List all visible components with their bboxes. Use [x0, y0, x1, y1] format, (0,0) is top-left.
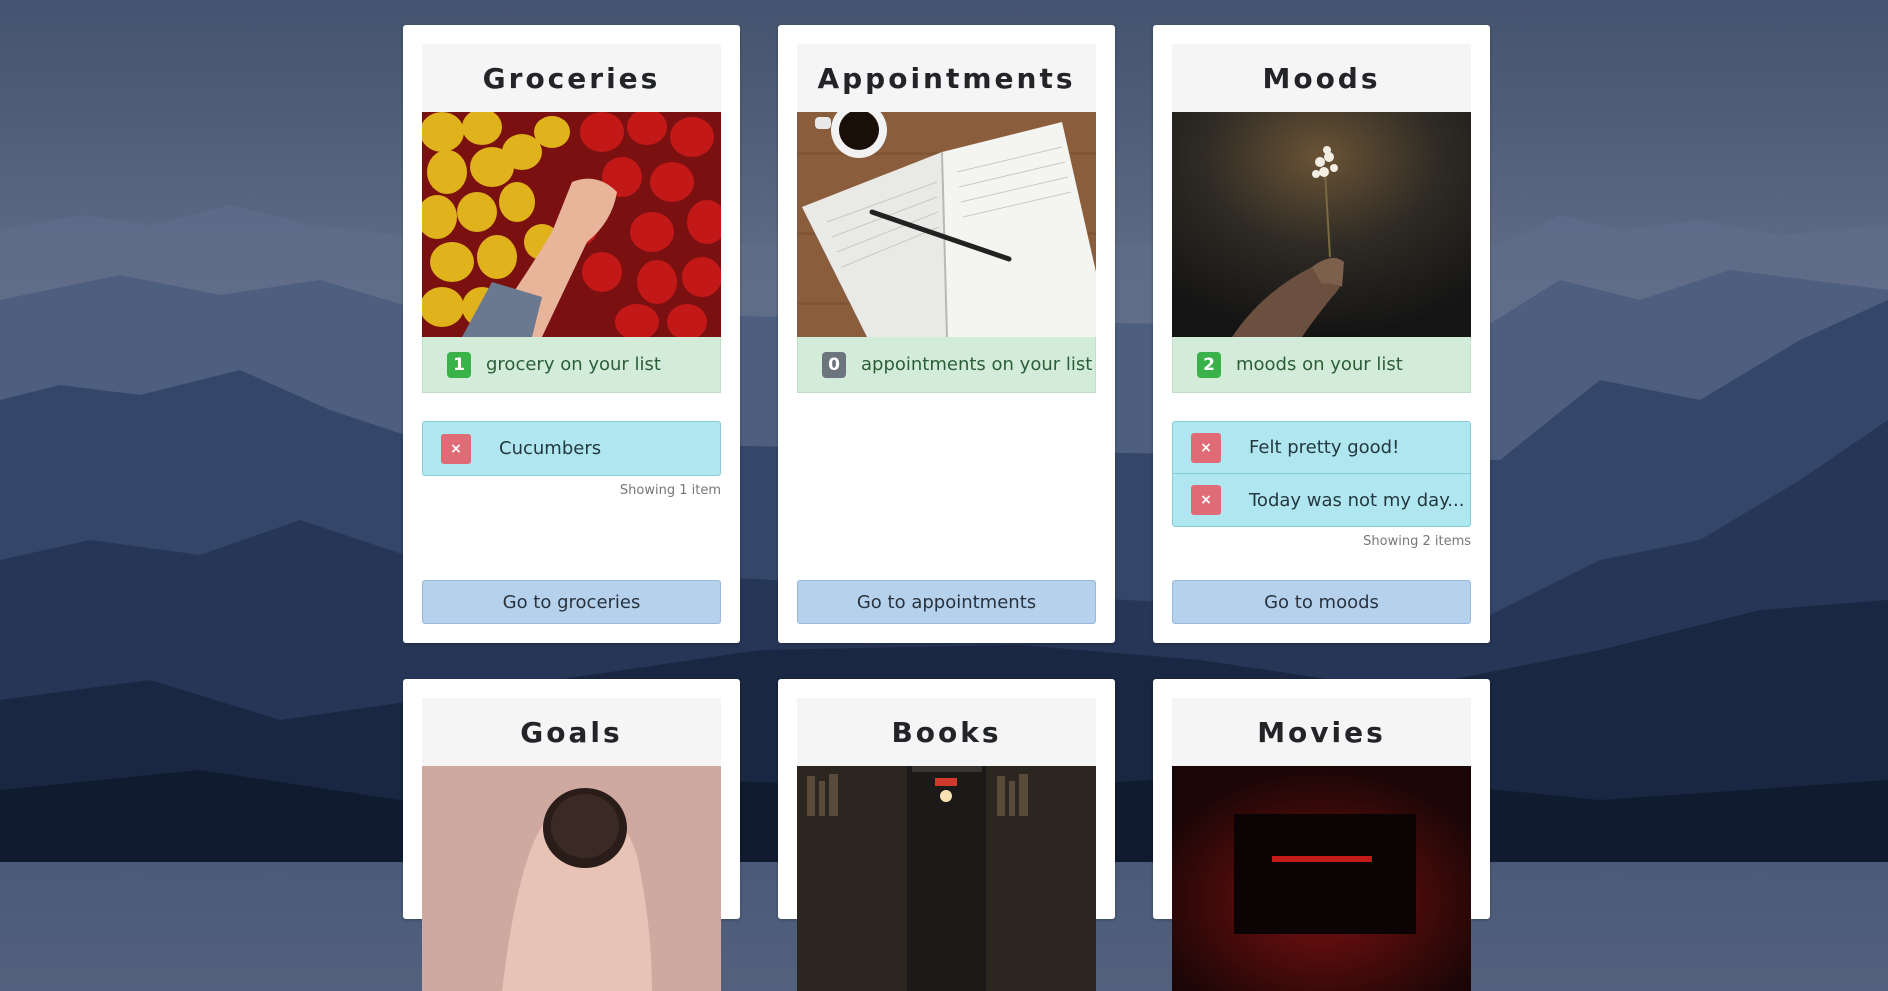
count-text: appointments on your list — [861, 354, 1093, 375]
card-image-notebook — [797, 112, 1096, 337]
list-item-text: Today was not my day... — [1249, 489, 1465, 511]
close-icon[interactable]: × — [1191, 432, 1221, 463]
go-to-groceries-button[interactable]: Go to groceries — [422, 580, 721, 624]
go-to-moods-button[interactable]: Go to moods — [1172, 580, 1471, 624]
card-header: Goals — [422, 698, 721, 766]
list-item-text: Cucumbers — [499, 438, 602, 459]
card-image-peppers — [422, 112, 721, 337]
dashboard-grid: Groceries 1 grocery on your list × Cucum… — [0, 0, 1888, 991]
card-title: Goals — [520, 715, 623, 749]
card-title: Moods — [1262, 61, 1381, 95]
item-list: × Felt pretty good! × Today was not my d… — [1172, 421, 1471, 549]
close-icon[interactable]: × — [441, 433, 471, 464]
card-title: Groceries — [482, 61, 661, 95]
count-badge: 0 — [822, 351, 846, 378]
list-item: × Cucumbers — [422, 421, 721, 476]
go-to-appointments-button[interactable]: Go to appointments — [797, 580, 1096, 624]
card-title: Appointments — [817, 61, 1076, 95]
card-movies: Movies — [1153, 679, 1490, 991]
count-badge: 1 — [447, 351, 471, 378]
list-item: × Felt pretty good! — [1172, 421, 1471, 474]
count-badge: 2 — [1197, 351, 1221, 378]
card-header: Movies — [1172, 698, 1471, 766]
list-item: × Today was not my day... — [1172, 474, 1471, 527]
card-header: Appointments — [797, 44, 1096, 112]
count-text: grocery on your list — [486, 354, 661, 375]
showing-count: Showing 2 items — [1363, 534, 1471, 549]
card-header: Books — [797, 698, 1096, 766]
card-image-flower — [1172, 112, 1471, 337]
item-list: × Cucumbers Showing 1 item — [422, 421, 721, 498]
card-title: Books — [891, 715, 1002, 749]
card-header: Groceries — [422, 44, 721, 112]
card-image-screen — [1172, 766, 1471, 991]
item-count-bar: 2 moods on your list — [1172, 337, 1471, 393]
card-title: Movies — [1257, 715, 1386, 749]
close-icon[interactable]: × — [1191, 485, 1221, 515]
card-header: Moods — [1172, 44, 1471, 112]
card-appointments: Appointments 0 appointments on your list… — [778, 25, 1115, 643]
card-books: Books — [778, 679, 1115, 991]
card-groceries: Groceries 1 grocery on your list × Cucum… — [403, 25, 740, 643]
card-image-compass — [422, 766, 721, 991]
card-image-library — [797, 766, 1096, 991]
showing-count: Showing 1 item — [619, 483, 721, 498]
list-item-text: Felt pretty good! — [1249, 437, 1400, 458]
card-moods: Moods 2 moods on your list × Felt pretty… — [1153, 25, 1490, 643]
item-count-bar: 1 grocery on your list — [422, 337, 721, 393]
item-count-bar: 0 appointments on your list — [797, 337, 1096, 393]
count-text: moods on your list — [1236, 354, 1403, 375]
card-goals: Goals — [403, 679, 740, 991]
